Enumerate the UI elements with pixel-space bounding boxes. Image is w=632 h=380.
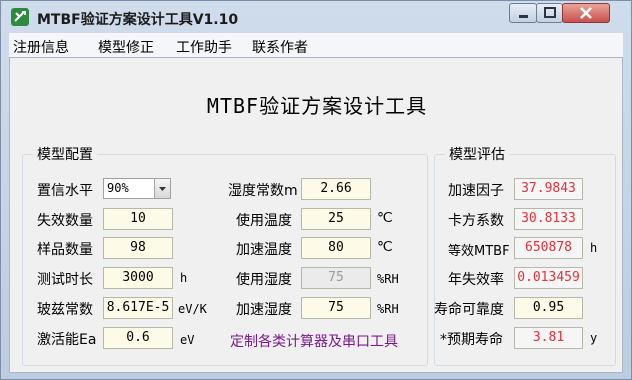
close-icon	[580, 7, 592, 19]
dropdown-arrow-icon[interactable]	[154, 179, 170, 198]
confidence-value: 90%	[107, 181, 129, 195]
use-humidity-unit: %RH	[377, 272, 399, 286]
acc-factor-output: 37.9843	[514, 178, 583, 200]
app-icon	[11, 8, 29, 26]
acc-humidity-label: 加速湿度	[236, 302, 292, 318]
acc-humidity-input[interactable]: 75	[301, 297, 371, 319]
life-reliability-input[interactable]: 0.95	[514, 297, 583, 319]
expected-life-output: 3.81	[514, 327, 583, 349]
acc-temp-label: 加速温度	[236, 242, 292, 258]
eq-mtbf-output: 650878	[514, 237, 583, 259]
expected-life-unit: y	[590, 331, 598, 345]
chi-square-output: 30.8133	[514, 208, 583, 230]
use-temp-unit: ℃	[377, 210, 393, 226]
humidity-const-label: 湿度常数m	[228, 183, 298, 199]
acc-factor-label: 加速因子	[448, 183, 504, 199]
model-eval-legend: 模型评估	[449, 147, 505, 163]
test-time-label: 测试时长	[37, 272, 93, 288]
use-temp-input[interactable]: 25	[301, 208, 371, 230]
samples-label: 样品数量	[37, 242, 93, 258]
use-humidity-input: 75	[301, 267, 371, 289]
main-panel: MTBF验证方案设计工具 模型配置 置信水平 90% 失效数量 10 样品数量 …	[9, 57, 623, 373]
failures-label: 失效数量	[37, 213, 93, 229]
use-temp-label: 使用温度	[236, 213, 292, 229]
test-time-input[interactable]: 3000	[103, 267, 173, 289]
close-button[interactable]	[562, 3, 610, 23]
app-heading: MTBF验证方案设计工具	[206, 94, 428, 118]
maximize-icon	[544, 7, 556, 18]
maximize-button[interactable]	[536, 3, 563, 23]
activation-unit: eV	[180, 333, 195, 347]
eq-mtbf-label: 等效MTBF	[448, 244, 510, 259]
failures-input[interactable]: 10	[103, 208, 173, 230]
expected-life-label: *预期寿命	[440, 332, 503, 348]
window-title: MTBF验证方案设计工具V1.10	[37, 12, 239, 28]
annual-failure-output: 0.013459	[514, 267, 583, 289]
custom-tools-link[interactable]: 定制各类计算器及串口工具	[230, 331, 398, 351]
model-config-legend: 模型配置	[37, 147, 93, 163]
confidence-label: 置信水平	[37, 183, 93, 199]
samples-input[interactable]: 98	[103, 237, 173, 259]
menu-register-info[interactable]: 注册信息	[13, 37, 69, 57]
use-humidity-label: 使用湿度	[236, 272, 292, 288]
menu-work-assistant[interactable]: 工作助手	[176, 37, 232, 57]
activation-input[interactable]: 0.6	[103, 327, 173, 349]
boltzmann-input[interactable]: 8.617E-5	[103, 297, 173, 319]
chi-square-label: 卡方系数	[448, 213, 504, 229]
test-time-unit: h	[180, 271, 188, 285]
minimize-button[interactable]	[509, 3, 537, 23]
boltzmann-label: 玻兹常数	[37, 302, 93, 318]
boltzmann-unit: eV/K	[178, 302, 207, 316]
app-window: MTBF验证方案设计工具V1.10 注册信息 模型修正 工作助手 联系作者 MT…	[0, 0, 632, 380]
eq-mtbf-unit: h	[590, 241, 598, 255]
life-reliability-label: 寿命可靠度	[434, 302, 504, 318]
confidence-select[interactable]: 90%	[103, 178, 171, 199]
menu-contact-author[interactable]: 联系作者	[252, 37, 308, 57]
acc-humidity-unit: %RH	[377, 302, 399, 316]
menu-bar: 注册信息 模型修正 工作助手 联系作者	[9, 33, 623, 57]
humidity-const-input[interactable]: 2.66	[301, 178, 371, 200]
acc-temp-input[interactable]: 80	[301, 237, 371, 259]
activation-label: 激活能Ea	[37, 332, 97, 348]
acc-temp-unit: ℃	[377, 239, 393, 255]
minimize-icon	[519, 15, 528, 18]
annual-failure-label: 年失效率	[448, 272, 504, 288]
menu-model-correction[interactable]: 模型修正	[98, 37, 154, 57]
title-bar: MTBF验证方案设计工具V1.10	[1, 1, 631, 33]
